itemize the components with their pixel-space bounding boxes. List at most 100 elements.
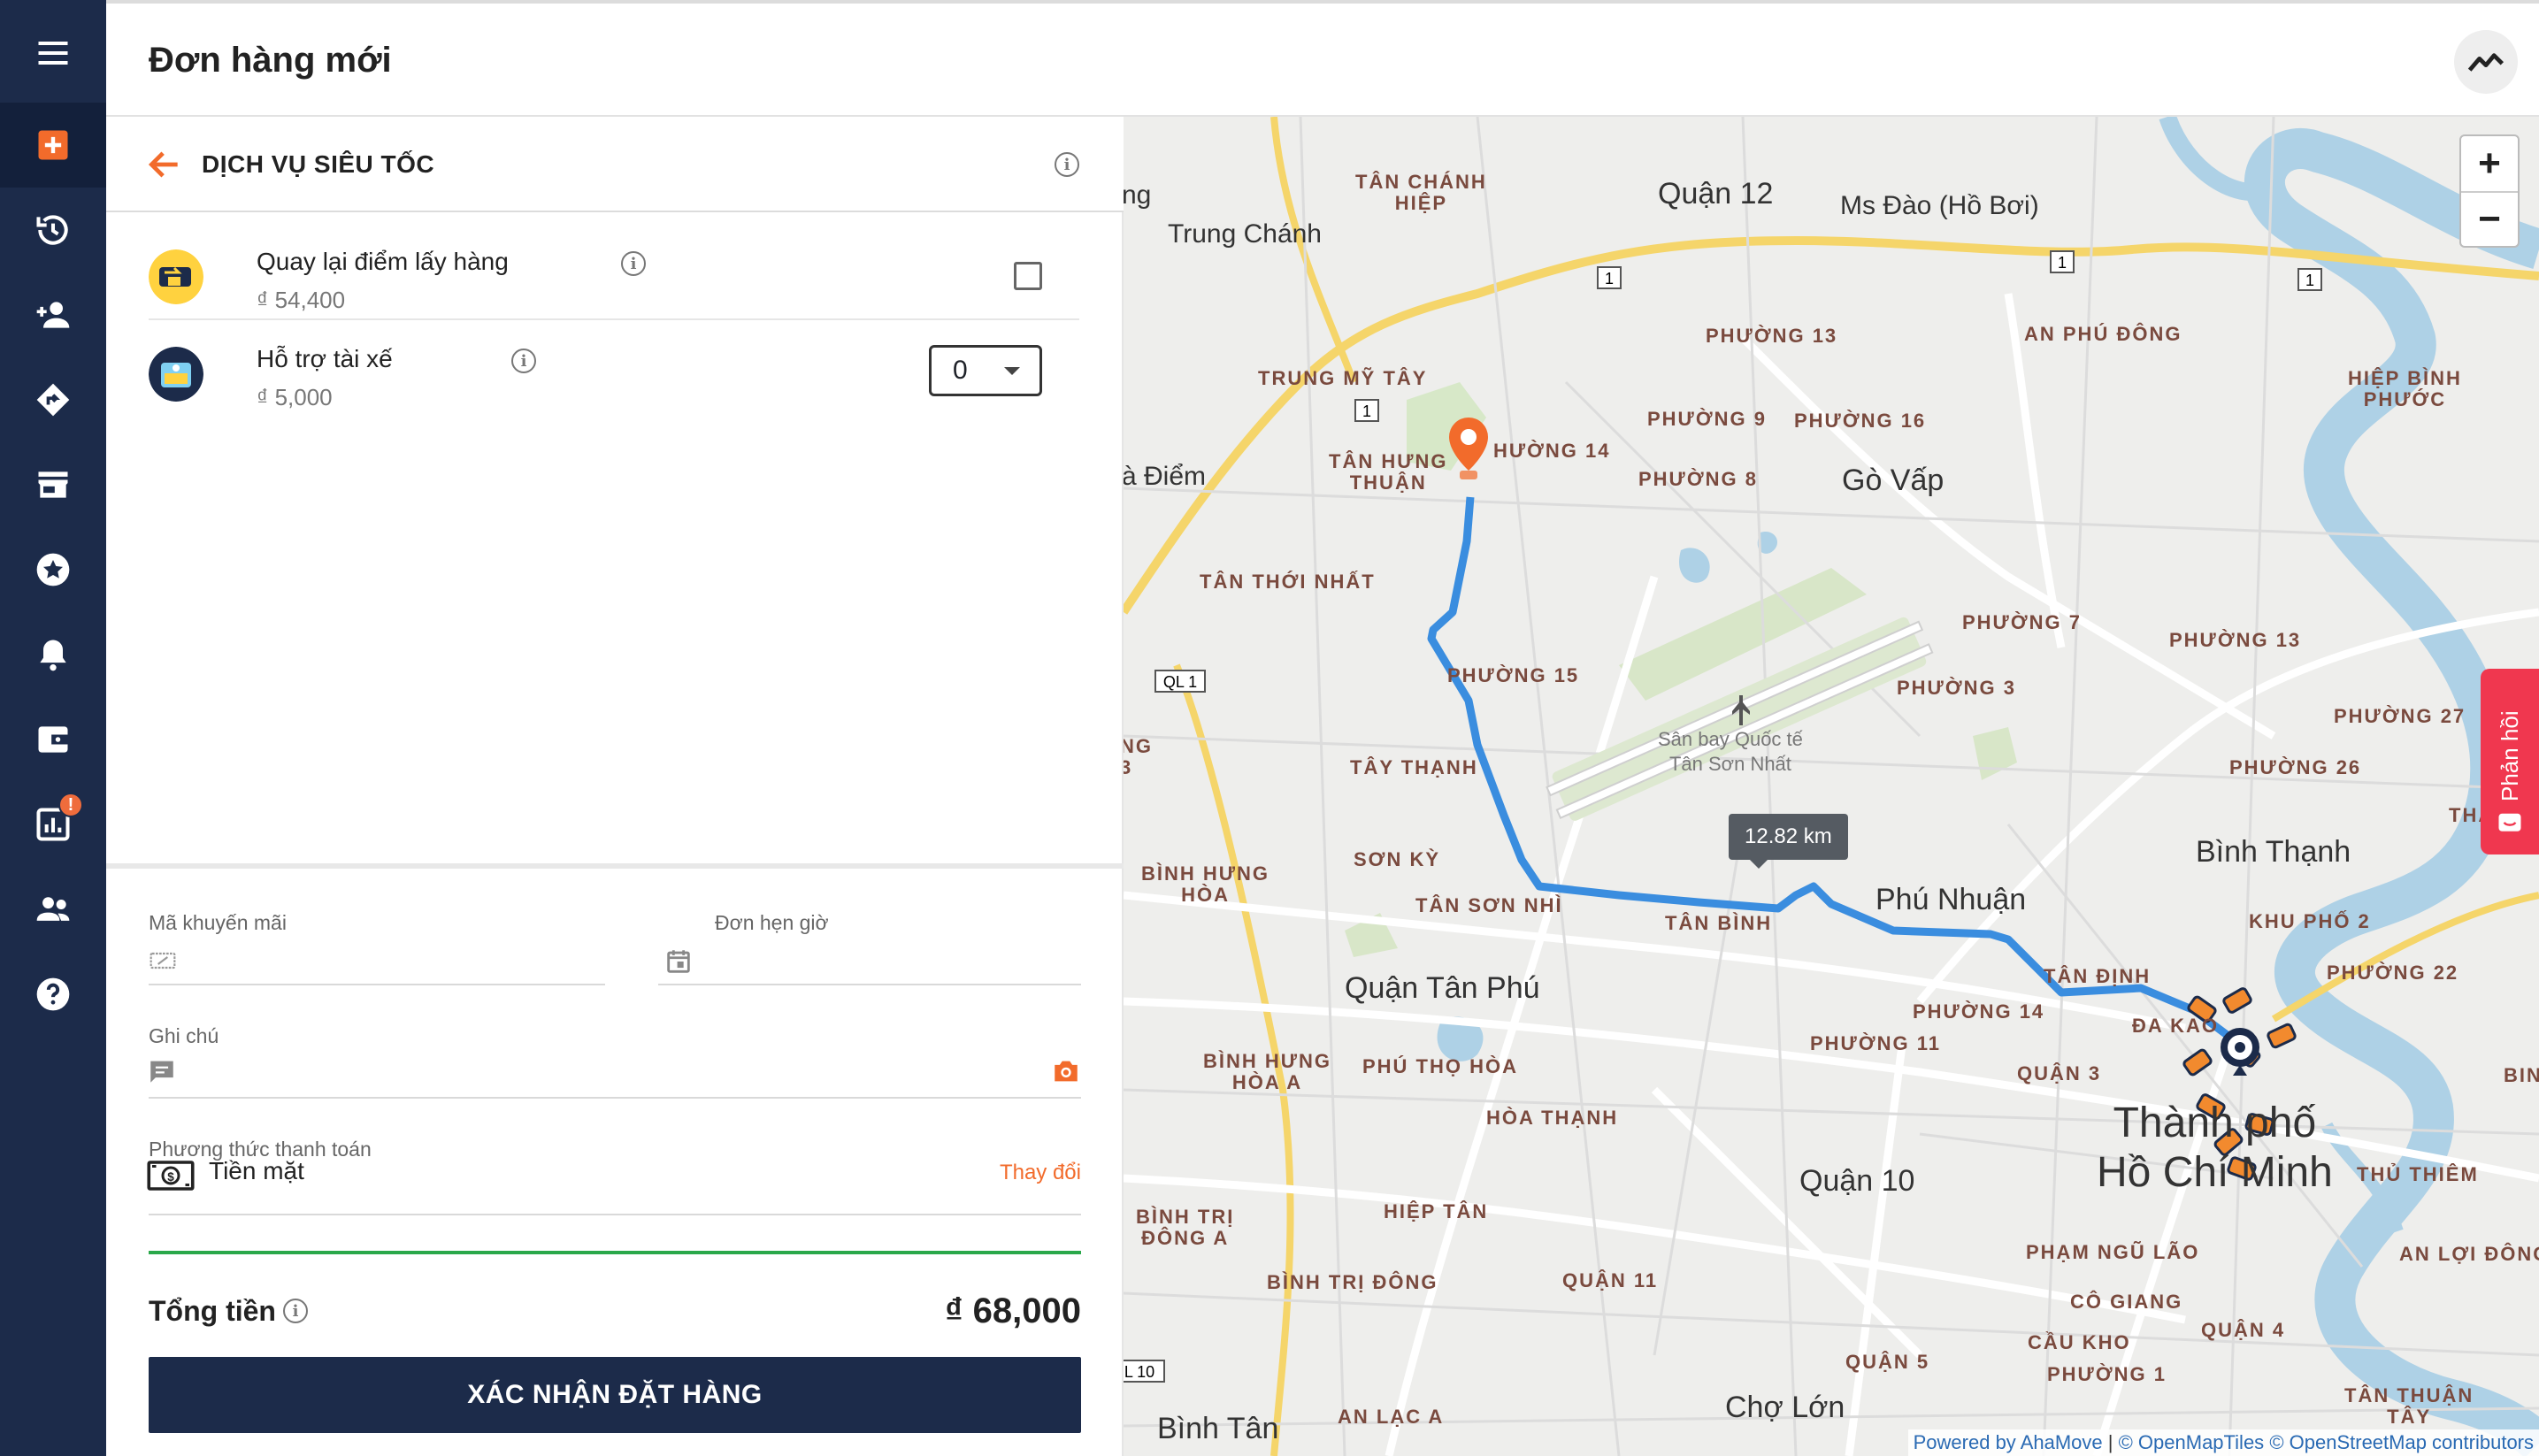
change-payment-link[interactable]: Thay đổi bbox=[1000, 1161, 1081, 1185]
map-district-label: Phú Nhuận bbox=[1875, 883, 2027, 916]
map-ward-label: SƠN KỲ bbox=[1354, 848, 1441, 870]
ticket-icon bbox=[150, 952, 176, 969]
option-return-pickup: Quay lại điểm lấy hàng i ₫ 54,400 bbox=[149, 223, 1079, 320]
menu-button[interactable] bbox=[0, 11, 106, 96]
sidebar-item-history[interactable] bbox=[0, 188, 106, 272]
map-attribution: Powered by AhaMove | © OpenMapTiles © Op… bbox=[1907, 1429, 2539, 1456]
map-shield: 1 bbox=[2305, 272, 2314, 289]
map-shield: 1 bbox=[1605, 270, 1614, 287]
map-ward-label: HƯỜNG 14 bbox=[1493, 440, 1611, 462]
sidebar-item-wallet[interactable] bbox=[0, 697, 106, 782]
sidebar-item-favorites[interactable] bbox=[0, 527, 106, 612]
map-ward-label: TÂN SƠN NHÌ bbox=[1415, 894, 1563, 916]
order-form: Mã khuyến mãi Đơn hẹn giờ Ghi chú Phương… bbox=[106, 863, 1124, 1456]
sidebar-item-notifications[interactable] bbox=[0, 612, 106, 697]
map-city-label: Thành phố Hồ Chí Minh bbox=[2097, 1099, 2333, 1198]
map-ward-label: PHƯỜNG 13 bbox=[1706, 325, 1838, 347]
city-line: Thành phố bbox=[2113, 1100, 2317, 1146]
help-icon bbox=[36, 977, 70, 1011]
schedule-underline bbox=[658, 984, 1081, 985]
add-user-icon bbox=[36, 302, 70, 328]
map-ward-label: TÂN THỚI NHẤT bbox=[1200, 571, 1376, 593]
map-ward-label: AN LẠC A bbox=[1338, 1406, 1445, 1428]
star-icon bbox=[36, 553, 70, 586]
map-ward-label: CÔ GIANG bbox=[2070, 1291, 2183, 1313]
map-airport-label: Sân bay Quốc tế Tân Sơn Nhất bbox=[1658, 727, 1803, 777]
map-district-label: Quận 12 bbox=[1658, 177, 1774, 211]
quantity-value: 0 bbox=[953, 356, 968, 385]
map-ward-label: HÒA THẠNH bbox=[1486, 1107, 1619, 1129]
option-title: Quay lại điểm lấy hàng bbox=[257, 248, 509, 275]
wallet-icon bbox=[38, 726, 68, 753]
option-info-icon[interactable]: i bbox=[511, 349, 536, 373]
zoom-in-button[interactable]: + bbox=[2461, 136, 2518, 191]
map-ward-label: PHÚ THỌ HÒA bbox=[1362, 1055, 1518, 1077]
sidebar-item-new-order[interactable] bbox=[0, 103, 106, 188]
map-ward-label: AN LỢI ĐÔNG bbox=[2399, 1243, 2539, 1265]
promo-code-input[interactable] bbox=[186, 943, 690, 978]
payment-method: Tiền mặt bbox=[209, 1157, 304, 1184]
total-info-icon[interactable]: i bbox=[283, 1299, 308, 1323]
osm-link[interactable]: © OpenStreetMap contributors bbox=[2269, 1431, 2534, 1453]
map-ward-label: ĐA KAO bbox=[2132, 1015, 2219, 1037]
city-line: Hồ Chí Minh bbox=[2097, 1149, 2333, 1196]
map-ward-label: TÂN CHÁNH HIỆP bbox=[1355, 171, 1487, 214]
map-ward-label: PHƯỜNG 14 bbox=[1913, 1000, 2045, 1023]
airport-line: Sân bay Quốc tế bbox=[1658, 728, 1803, 750]
feedback-tab[interactable]: Phản hồi bbox=[2481, 669, 2539, 854]
confirm-order-button[interactable]: XÁC NHẬN ĐẶT HÀNG bbox=[149, 1357, 1081, 1433]
map-ward-label: PHƯỜNG 15 bbox=[1447, 664, 1580, 686]
report-badge: ! bbox=[58, 793, 83, 817]
map-district-label: Chợ Lớn bbox=[1725, 1391, 1845, 1424]
map-ward-label: NG 3 bbox=[1124, 735, 1153, 778]
route-map[interactable]: 1 1 1 1 QL 1 L 10 Quận 12 Ms Đào (Hồ Bơi… bbox=[1124, 117, 2539, 1456]
driver-support-quantity-select[interactable]: 0 bbox=[929, 345, 1042, 396]
info-icon[interactable]: i bbox=[1055, 152, 1079, 177]
map-ward-label: THỦ THIÊM bbox=[2357, 1163, 2479, 1185]
sidebar-item-team[interactable] bbox=[0, 867, 106, 952]
calendar-icon[interactable] bbox=[664, 946, 694, 977]
map-ward-label: PHƯỜNG 8 bbox=[1638, 468, 1758, 490]
map-ward-label: QUẬN 11 bbox=[1562, 1269, 1659, 1291]
svg-text:$: $ bbox=[167, 1170, 174, 1184]
sidebar-item-directions[interactable] bbox=[0, 357, 106, 442]
menu-icon bbox=[38, 41, 68, 65]
note-input[interactable] bbox=[188, 1053, 1037, 1088]
sidebar-item-add-user[interactable] bbox=[0, 272, 106, 357]
map-shield: QL 1 bbox=[1163, 673, 1197, 691]
map-ward-label: BIN bbox=[2504, 1064, 2539, 1086]
sidebar-item-store[interactable] bbox=[0, 442, 106, 527]
trend-button[interactable] bbox=[2454, 30, 2518, 94]
sidebar-item-report[interactable]: ! bbox=[0, 782, 106, 867]
camera-icon[interactable] bbox=[1051, 1056, 1081, 1086]
aha-link[interactable]: Powered by AhaMove bbox=[1914, 1431, 2103, 1453]
schedule-input[interactable] bbox=[708, 943, 1079, 978]
history-icon bbox=[36, 215, 68, 245]
option-info-icon[interactable]: i bbox=[621, 251, 646, 276]
map-ward-label: PHẠM NGŨ LÃO bbox=[2026, 1241, 2200, 1263]
sidebar-item-help[interactable] bbox=[0, 952, 106, 1037]
group-icon bbox=[36, 897, 70, 921]
return-pickup-checkbox[interactable] bbox=[1014, 262, 1042, 290]
map-ward-label: PHƯỜNG 9 bbox=[1647, 408, 1767, 430]
map-district-label: Quận 10 bbox=[1799, 1164, 1915, 1198]
map-ward-label: TÂY THẠNH bbox=[1350, 756, 1478, 778]
openmaptiles-link[interactable]: © OpenMapTiles bbox=[2119, 1431, 2265, 1453]
order-panel: DỊCH VỤ SIÊU TỐC i Quay lại điểm lấy hàn… bbox=[106, 117, 1124, 1456]
map-ward-label: KHU PHỐ 2 bbox=[2249, 910, 2371, 932]
total-value: ₫ 68,000 bbox=[945, 1291, 1081, 1330]
back-arrow-icon[interactable] bbox=[145, 145, 184, 184]
note-underline bbox=[149, 1097, 1081, 1099]
map-ward-label: HIỆP TÂN bbox=[1384, 1200, 1489, 1222]
map-district-label: Gò Vấp bbox=[1842, 464, 1945, 497]
map-ward-label: PHƯỜNG 27 bbox=[2334, 705, 2466, 727]
return-truck-icon bbox=[149, 249, 203, 304]
option-price: ₫ 5,000 bbox=[257, 384, 333, 410]
zoom-out-button[interactable]: − bbox=[2461, 191, 2518, 246]
map-district-label: ng bbox=[1124, 180, 1152, 210]
map-ward-label: TÂN THUẬN TÂY bbox=[2344, 1384, 2474, 1428]
map-district-label: Trung Chánh bbox=[1168, 219, 1322, 249]
map-ward-label: PHƯỜNG 26 bbox=[2229, 756, 2362, 778]
page-title: Đơn hàng mới bbox=[149, 41, 392, 80]
map-district-label: Bình Thạnh bbox=[2196, 835, 2351, 869]
